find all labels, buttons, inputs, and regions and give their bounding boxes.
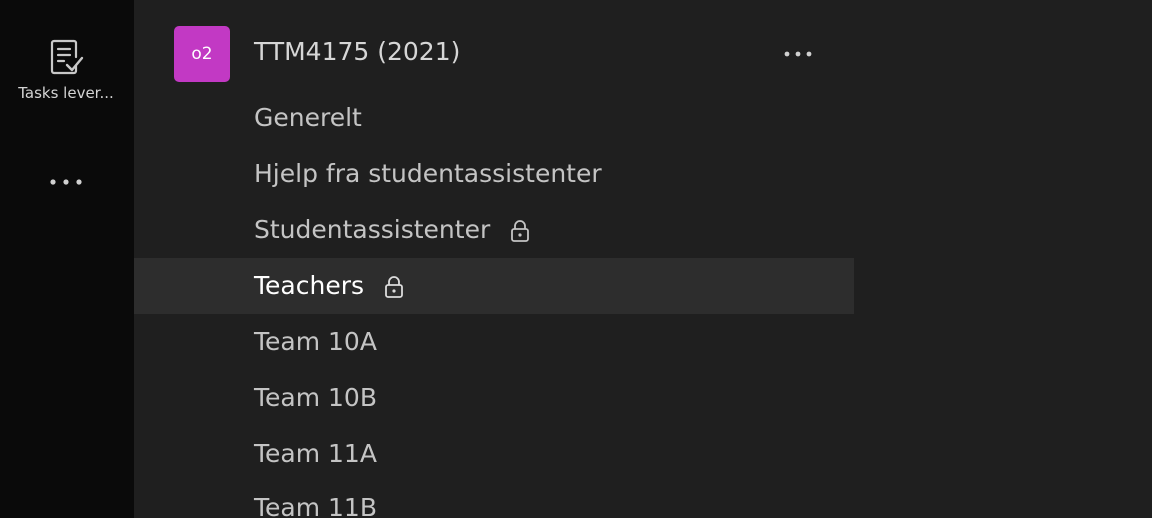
channel-label: Team 11B bbox=[254, 493, 377, 518]
channel-label: Generelt bbox=[254, 103, 362, 132]
channel-label: Team 10A bbox=[254, 327, 377, 356]
lock-icon bbox=[510, 219, 530, 243]
team-name: TTM4175 (2021) bbox=[254, 37, 461, 66]
channel-item-team-10b[interactable]: Team 10B bbox=[134, 370, 854, 426]
channel-item-team-11a[interactable]: Team 11A bbox=[134, 426, 854, 482]
channel-label: Teachers bbox=[254, 271, 364, 300]
channel-item-studentassistenter[interactable]: Studentassistenter bbox=[134, 202, 854, 258]
rail-item-tasks-label: Tasks lever... bbox=[18, 84, 114, 102]
channel-item-team-10a[interactable]: Team 10A bbox=[134, 314, 854, 370]
tasks-icon bbox=[49, 38, 85, 76]
channel-label: Team 11A bbox=[254, 439, 377, 468]
channel-label: Studentassistenter bbox=[254, 215, 491, 244]
channel-label: Team 10B bbox=[254, 383, 377, 412]
channel-item-generelt[interactable]: Generelt bbox=[134, 90, 854, 146]
more-horizontal-icon bbox=[780, 51, 816, 72]
rail-item-tasks[interactable]: Tasks lever... bbox=[0, 30, 134, 110]
channel-item-team-11b[interactable]: Team 11B bbox=[134, 480, 854, 518]
channel-item-hjelp-fra-studentassistenter[interactable]: Hjelp fra studentassistenter bbox=[134, 146, 854, 202]
teams-app: Tasks lever... o2 TTM4175 (2021) Generel… bbox=[0, 0, 1152, 518]
app-rail: Tasks lever... bbox=[0, 0, 134, 518]
more-horizontal-icon bbox=[43, 179, 89, 200]
team-avatar: o2 bbox=[174, 26, 230, 82]
lock-icon bbox=[384, 275, 404, 299]
more-apps-button[interactable] bbox=[43, 168, 89, 196]
team-header[interactable]: o2 TTM4175 (2021) bbox=[134, 24, 854, 84]
content-area bbox=[854, 0, 1152, 518]
channel-list-pane: o2 TTM4175 (2021) Generelt Hjelp fra stu… bbox=[134, 0, 854, 518]
channel-label: Hjelp fra studentassistenter bbox=[254, 159, 602, 188]
channel-item-teachers[interactable]: Teachers bbox=[134, 258, 854, 314]
team-more-options-button[interactable] bbox=[780, 40, 816, 68]
